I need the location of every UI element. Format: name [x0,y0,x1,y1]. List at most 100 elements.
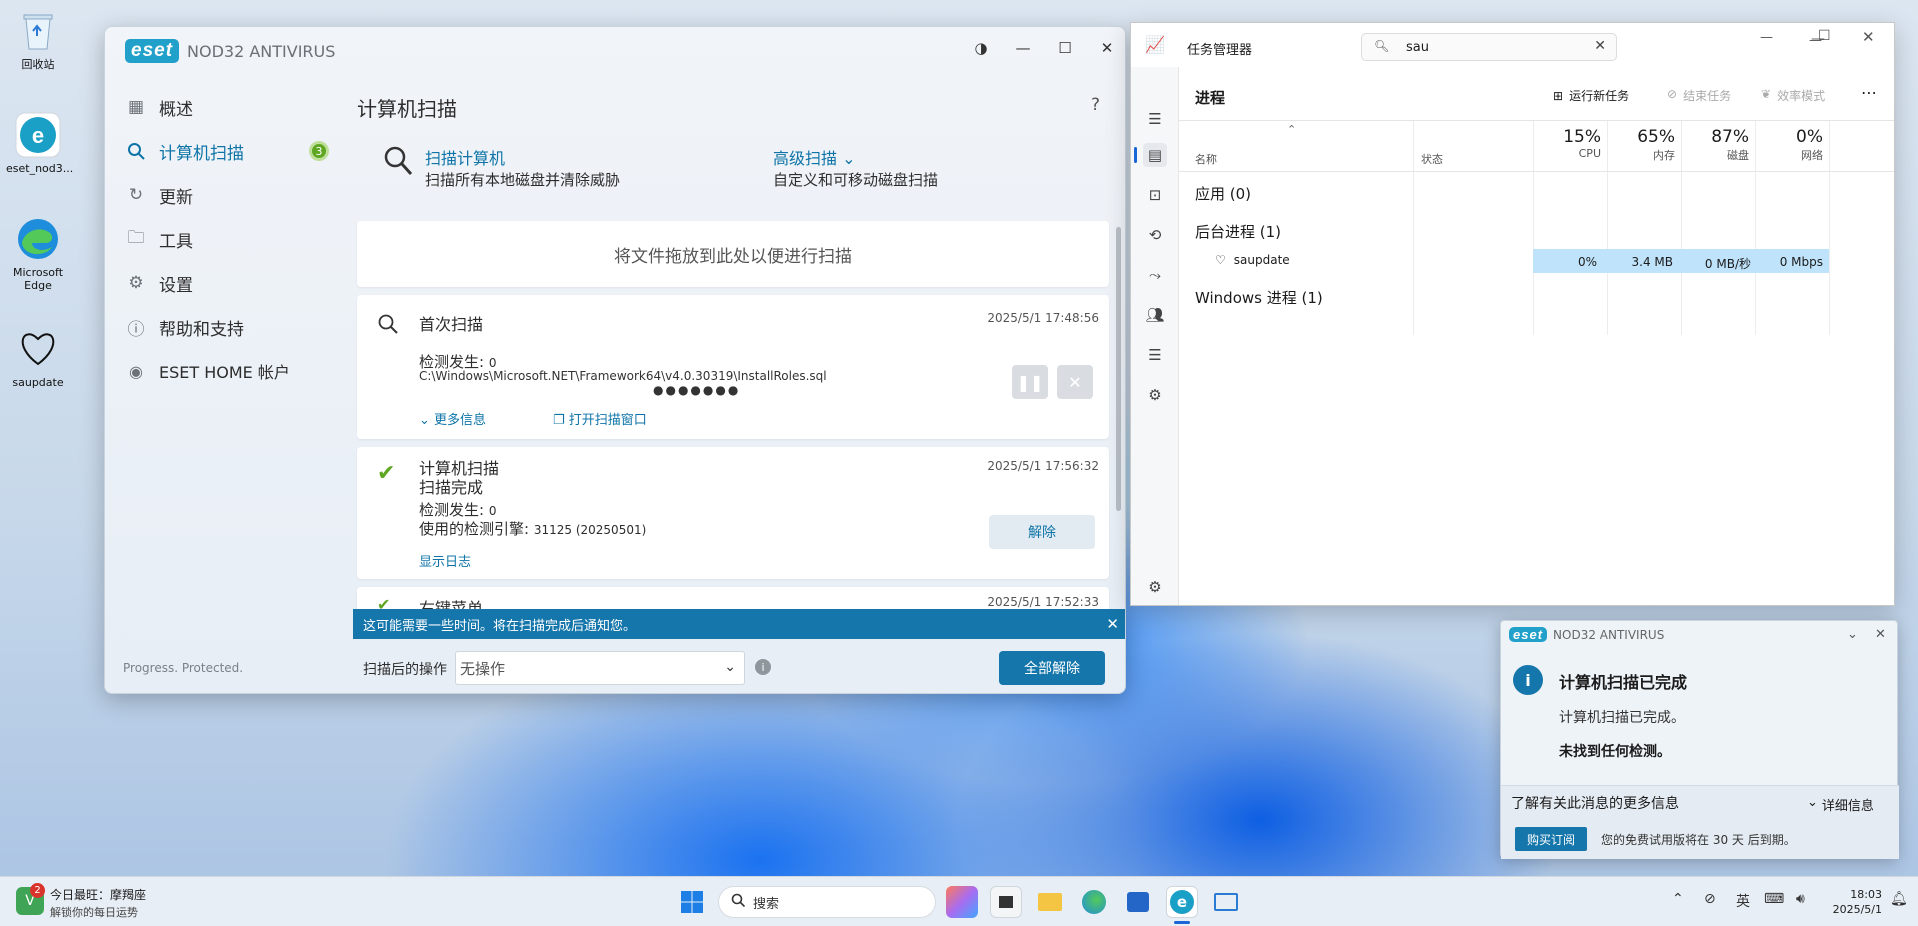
help-icon[interactable]: ? [1091,95,1100,115]
column-memory[interactable]: 65% 内存 [1607,127,1675,163]
edge-icon[interactable] [1078,886,1110,918]
nav-item-update[interactable]: ↻ 更新 [125,181,193,209]
volume-icon[interactable]: 🔊︎ [1796,891,1805,907]
scrollbar[interactable] [1116,227,1121,511]
tm-window-maximize[interactable]: ☐ [1818,28,1831,44]
nav-item-overview[interactable]: ▦ 概述 [125,93,193,121]
menu-icon[interactable]: ☰ [1143,107,1167,131]
divider [1179,171,1894,172]
group-apps[interactable]: 应用 (0) [1195,183,1251,204]
minimize-button[interactable]: — [1005,33,1041,63]
close-button[interactable]: ✕ [1089,33,1125,63]
scan-computer-action[interactable]: 扫描计算机 扫描所有本地磁盘并清除威胁 [383,145,620,190]
users-icon[interactable]: 👥︎ [1143,303,1167,327]
task-view-icon[interactable] [990,886,1022,918]
performance-icon[interactable]: ⊡ [1143,183,1167,207]
svg-text:e: e [32,123,44,148]
nav-item-computer-scan[interactable]: 计算机扫描 [125,137,244,165]
close-icon[interactable]: ✕ [1875,627,1886,642]
tm-window-minimize[interactable]: — [1760,30,1773,45]
startup-icon[interactable]: ⤳ [1143,263,1167,287]
nav-item-eset-home[interactable]: ◉ ESET HOME 帐户 [125,357,290,385]
store-icon[interactable] [1122,886,1154,918]
drop-zone[interactable]: 将文件拖放到此处以便进行扫描 [357,221,1109,287]
advanced-scan-action[interactable]: 高级扫描 ⌄ 自定义和可移动磁盘扫描 [773,145,938,190]
learn-more-link[interactable]: 了解有关此消息的更多信息 [1511,793,1679,813]
details-toggle[interactable]: ⌄ 详细信息 [1807,795,1874,814]
services-icon[interactable]: ⚙ [1143,383,1167,407]
group-background[interactable]: 后台进程 (1) [1195,221,1281,242]
disk-pct: 87% [1711,127,1749,147]
more-info-link[interactable]: ⌄ 更多信息 [419,409,486,428]
after-scan-value: 无操作 [460,659,506,678]
chevron-down-icon[interactable]: ⌄ [1847,627,1858,642]
active-app-indicator [1174,921,1190,924]
info-icon[interactable]: i [755,659,771,675]
network-offline-icon[interactable]: ⊘ [1704,891,1716,907]
tray-chevron-up-icon[interactable]: ⌃ [1672,891,1684,907]
search-input[interactable]: 🔍︎ sau ✕ [1361,33,1617,61]
notification-bell-icon[interactable]: 🔔︎ [1890,891,1908,907]
eset-taskbar-icon[interactable]: e [1166,886,1198,918]
heart-icon [15,326,61,372]
more-options-icon[interactable]: ⋯ [1861,83,1877,102]
dismiss-button[interactable]: 解除 [989,515,1095,549]
clear-search-icon[interactable]: ✕ [1594,38,1606,54]
input-method-icon[interactable]: ⌨ [1764,891,1784,907]
widget-subtitle: 解锁你的每日运势 [50,906,138,919]
task-manager-icon: 📈 [1145,35,1165,54]
nav-item-help[interactable]: ⓘ 帮助和支持 [125,313,245,341]
clock[interactable]: 18:03 2025/5/1 [1826,887,1882,917]
engine-label: 使用的检测引擎: [419,520,530,538]
start-button[interactable] [676,886,708,918]
desktop-icon-saupdate[interactable]: saupdate [6,326,70,389]
process-row-saupdate[interactable]: ♡ saupdate [1215,253,1290,267]
details-icon[interactable]: ☰ [1143,343,1167,367]
run-new-task-button[interactable]: ⊞ 运行新任务 [1553,87,1629,104]
nav-item-label: 设置 [159,275,193,296]
scan-name: 计算机扫描 [419,459,500,478]
desktop-icon-edge[interactable]: Microsoft Edge [6,216,70,292]
column-name[interactable]: 名称 [1195,151,1217,167]
nav-item-settings[interactable]: ⚙ 设置 [125,269,193,297]
end-task-button[interactable]: ⊘ 结束任务 [1667,87,1731,104]
eset-logo: eset NOD32 ANTIVIRUS [125,39,335,63]
processes-icon[interactable]: ▤ [1143,143,1167,167]
notice-text: 这可能需要一些时间。将在扫描完成后通知您。 [363,618,637,634]
buy-subscription-button[interactable]: 购买订阅 [1515,827,1587,851]
efficiency-mode-button[interactable]: ❦ 效率模式 [1761,87,1825,104]
stop-button[interactable]: ✕ [1057,365,1093,399]
tm-window-close[interactable]: ✕ [1862,28,1875,46]
column-cpu[interactable]: 15% CPU [1533,127,1601,160]
maximize-button[interactable]: ☐ [1047,33,1083,63]
task-manager-taskbar-icon[interactable] [1210,886,1242,918]
close-icon[interactable]: ✕ [1106,615,1119,633]
taskbar-search[interactable]: 搜索 [718,886,936,918]
settings-gear-icon[interactable]: ⚙ [1143,575,1167,599]
col-sep [1829,121,1830,335]
copilot-icon[interactable] [946,886,978,918]
after-scan-select[interactable]: 无操作 ⌄ [455,651,745,685]
column-disk[interactable]: 87% 磁盘 [1681,127,1749,163]
pause-button[interactable]: ❚❚ [1012,365,1048,399]
col-sep [1413,121,1414,335]
theme-toggle-icon[interactable]: ◑ [963,33,999,63]
column-status[interactable]: 状态 [1421,151,1443,167]
dismiss-all-button[interactable]: 全部解除 [999,651,1105,685]
scan-status: 扫描完成 [419,478,484,497]
file-explorer-icon[interactable] [1034,886,1066,918]
block-icon: ⊘ [1667,87,1678,101]
column-network[interactable]: 0% 网络 [1755,127,1823,163]
open-scan-window-link[interactable]: ❐ 打开扫描窗口 [553,409,647,428]
history-icon[interactable]: ⟲ [1143,223,1167,247]
nav-item-tools[interactable]: 🗀 工具 [125,225,194,253]
desktop-icon-eset[interactable]: e eset_nod3... [6,112,73,175]
desktop-icon-recycle-bin[interactable]: 回收站 [6,8,70,71]
search-icon: 🔍︎ [1374,39,1390,53]
process-cpu: 0% [1577,255,1597,269]
eset-icon: e [15,112,61,158]
group-windows[interactable]: Windows 进程 (1) [1195,287,1323,308]
ime-indicator[interactable]: 英 [1736,891,1750,911]
account-icon: ◉ [129,361,143,381]
show-log-link[interactable]: 显示日志 [419,551,471,570]
